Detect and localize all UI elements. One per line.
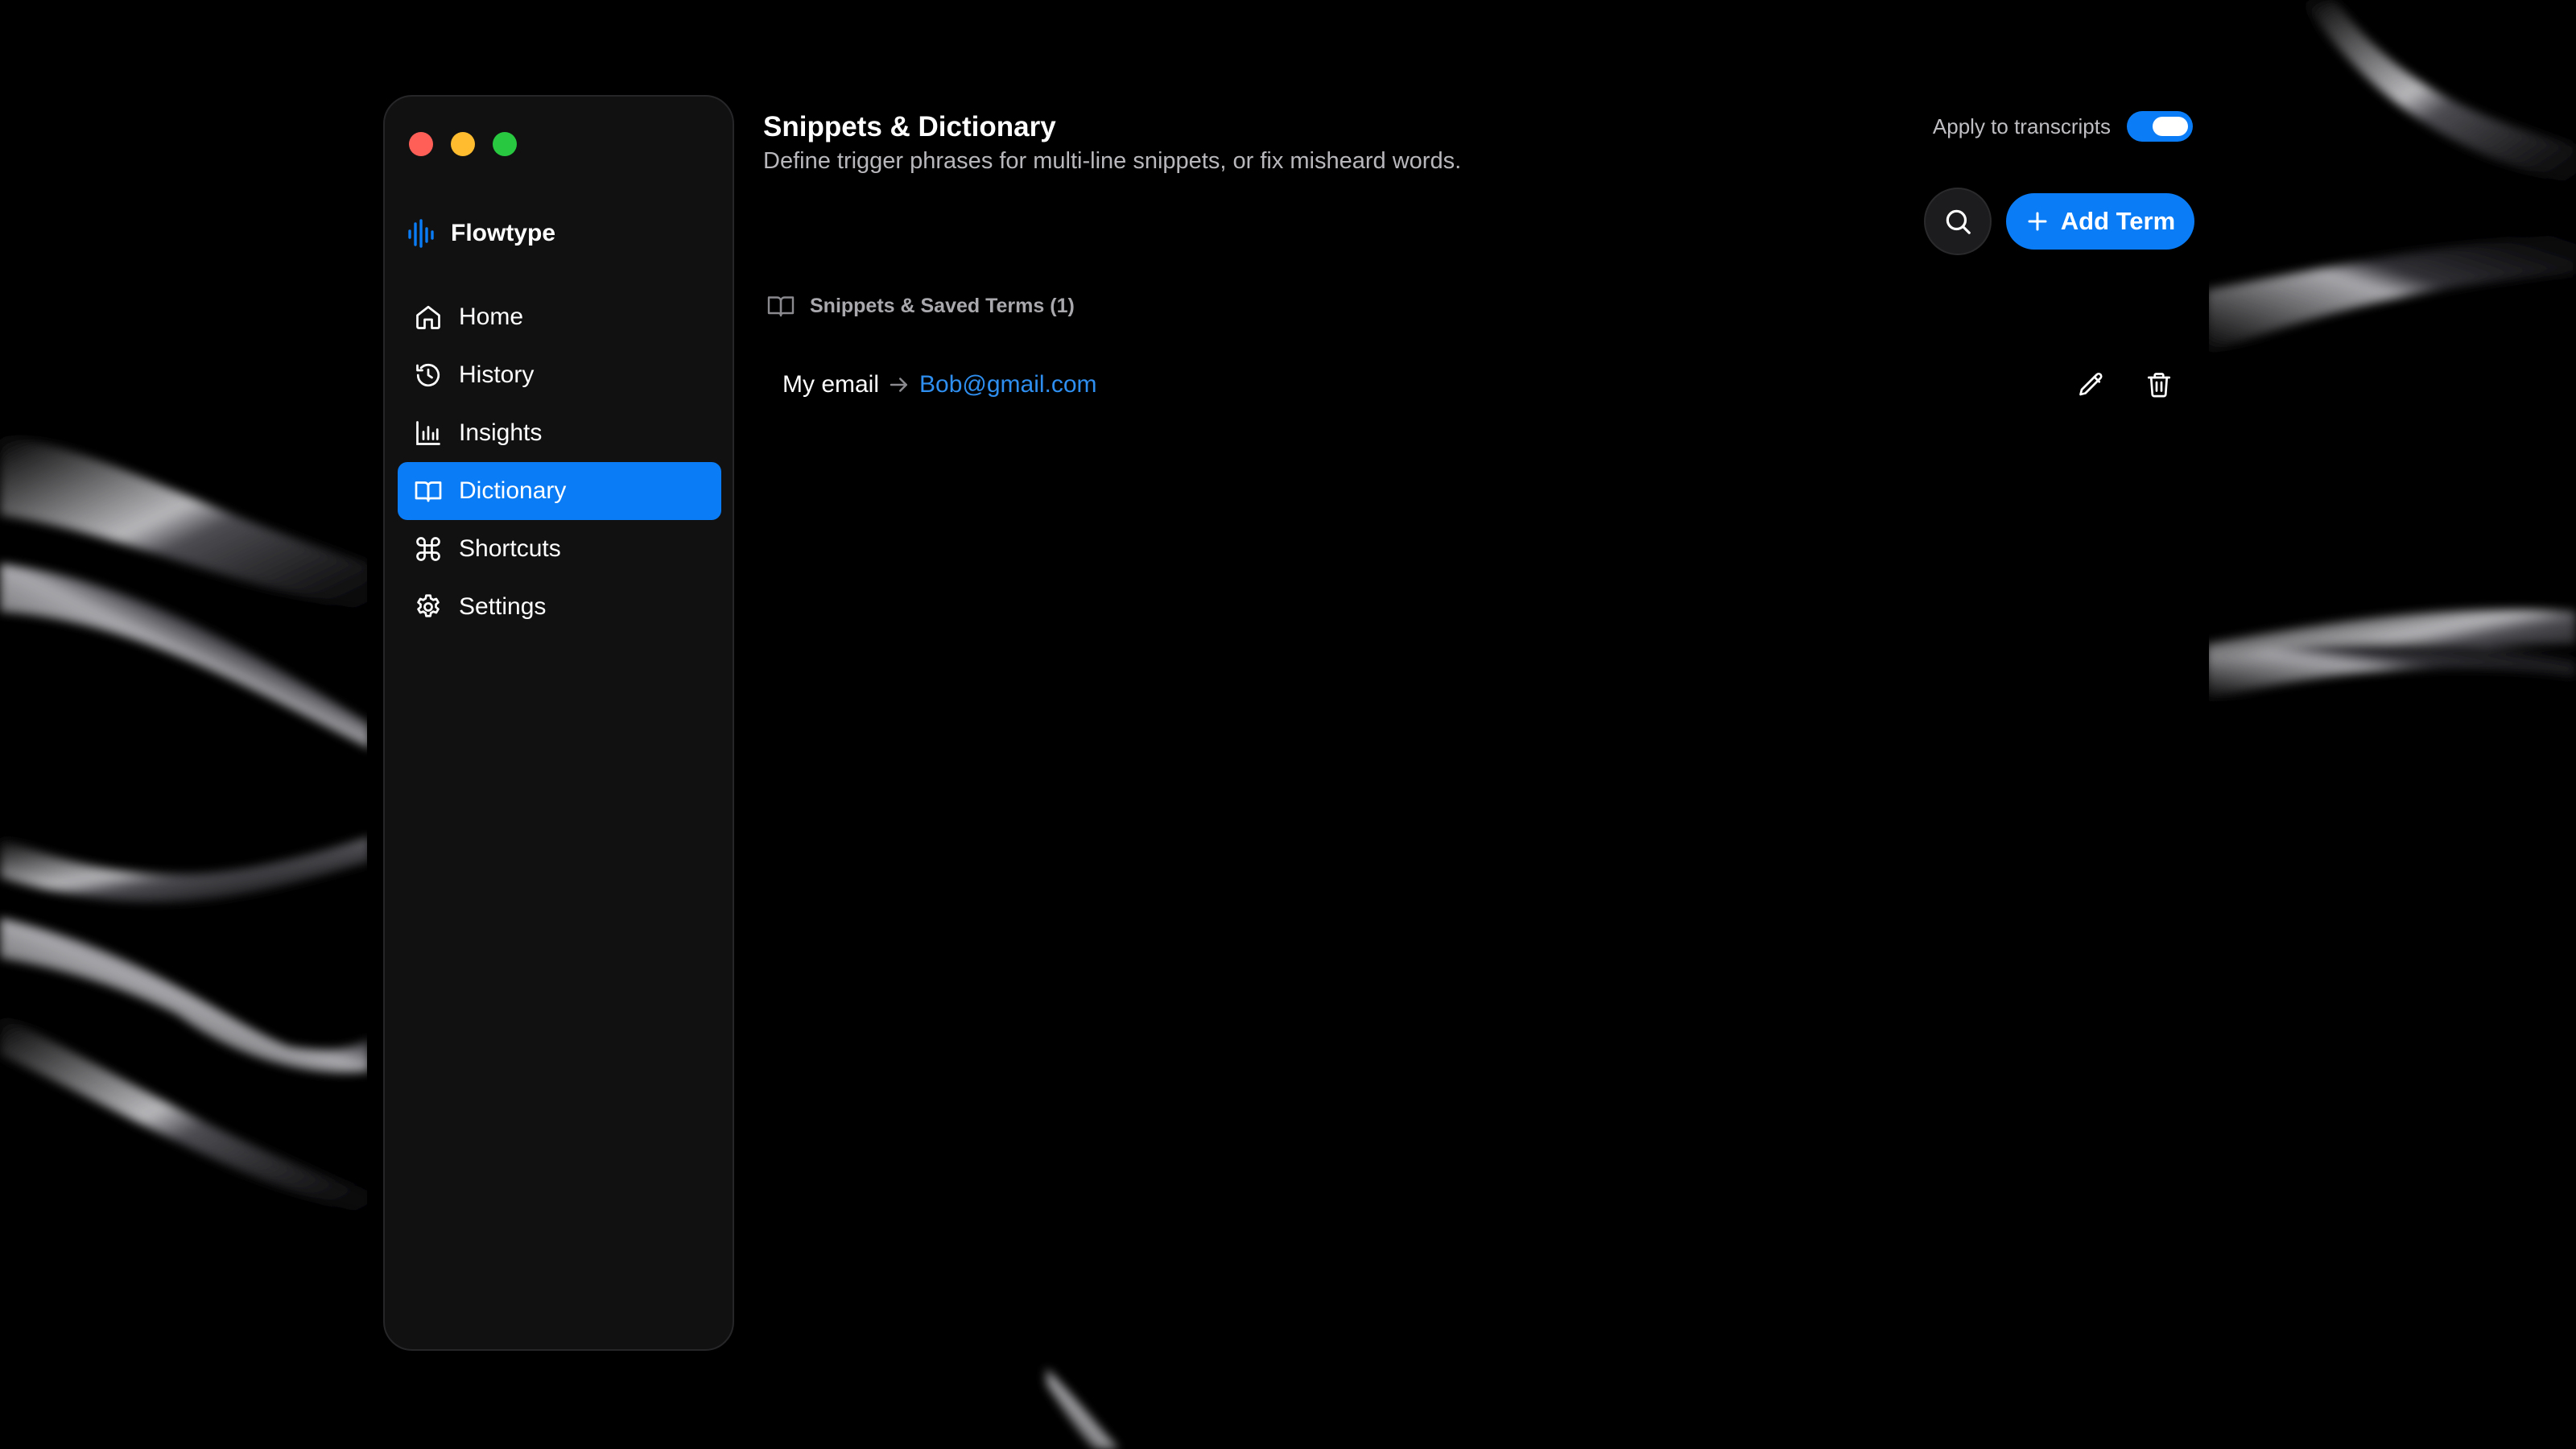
app-brand: Flowtype (406, 217, 555, 250)
toggle-knob (2153, 117, 2188, 136)
book-icon (767, 296, 795, 317)
command-icon (412, 533, 444, 565)
sidebar-item-history[interactable]: History (398, 346, 721, 404)
page-subtitle: Define trigger phrases for multi-line sn… (763, 148, 1462, 174)
term-row: My email Bob@gmail.com (782, 353, 2175, 417)
close-window-button[interactable] (409, 132, 433, 156)
bar-chart-icon (412, 417, 444, 449)
plus-icon (2028, 212, 2047, 231)
apply-toggle-label: Apply to transcripts (1932, 114, 2111, 138)
app-window: Flowtype Home History Insights Dictionar… (367, 79, 2209, 1354)
sidebar-item-shortcuts[interactable]: Shortcuts (398, 520, 721, 578)
sidebar-item-label: Shortcuts (459, 535, 561, 562)
home-icon (412, 301, 444, 333)
sidebar: Flowtype Home History Insights Dictionar… (383, 95, 734, 1351)
section-label: Snippets & Saved Terms (1) (810, 294, 1075, 317)
trash-icon (2147, 373, 2171, 398)
window-controls (409, 132, 517, 156)
sidebar-item-settings[interactable]: Settings (398, 578, 721, 636)
sidebar-item-label: Insights (459, 419, 543, 446)
sidebar-item-label: Settings (459, 593, 547, 620)
add-term-label: Add Term (2060, 207, 2176, 235)
delete-term-button[interactable] (2143, 369, 2175, 401)
app-name: Flowtype (451, 220, 556, 246)
add-term-button[interactable]: Add Term (2006, 193, 2194, 250)
minimize-window-button[interactable] (451, 132, 475, 156)
sidebar-item-label: Dictionary (459, 477, 567, 504)
sidebar-item-label: History (459, 361, 535, 388)
apply-toggle[interactable] (2127, 111, 2193, 142)
gear-icon (412, 591, 444, 623)
term-actions (2075, 353, 2175, 417)
terms-section-header: Snippets & Saved Terms (1) (766, 291, 1075, 320)
search-icon (1946, 209, 1971, 234)
sidebar-nav: Home History Insights Dictionary Shortcu… (398, 288, 721, 636)
sidebar-item-insights[interactable]: Insights (398, 404, 721, 462)
book-icon (412, 475, 444, 507)
search-button[interactable] (1924, 188, 1992, 255)
waveform-logo-icon (408, 219, 434, 248)
sidebar-item-dictionary[interactable]: Dictionary (398, 462, 721, 520)
term-replacement: Bob@gmail.com (919, 371, 1097, 398)
sidebar-item-label: Home (459, 303, 524, 330)
edit-term-button[interactable] (2075, 369, 2107, 401)
zoom-window-button[interactable] (493, 132, 517, 156)
arrow-right-icon (887, 373, 911, 397)
term-trigger: My email (782, 371, 880, 398)
sidebar-item-home[interactable]: Home (398, 288, 721, 346)
history-icon (412, 359, 444, 391)
pencil-icon (2079, 372, 2103, 396)
page-title: Snippets & Dictionary (763, 111, 1056, 142)
apply-to-transcripts: Apply to transcripts (1933, 111, 2193, 142)
